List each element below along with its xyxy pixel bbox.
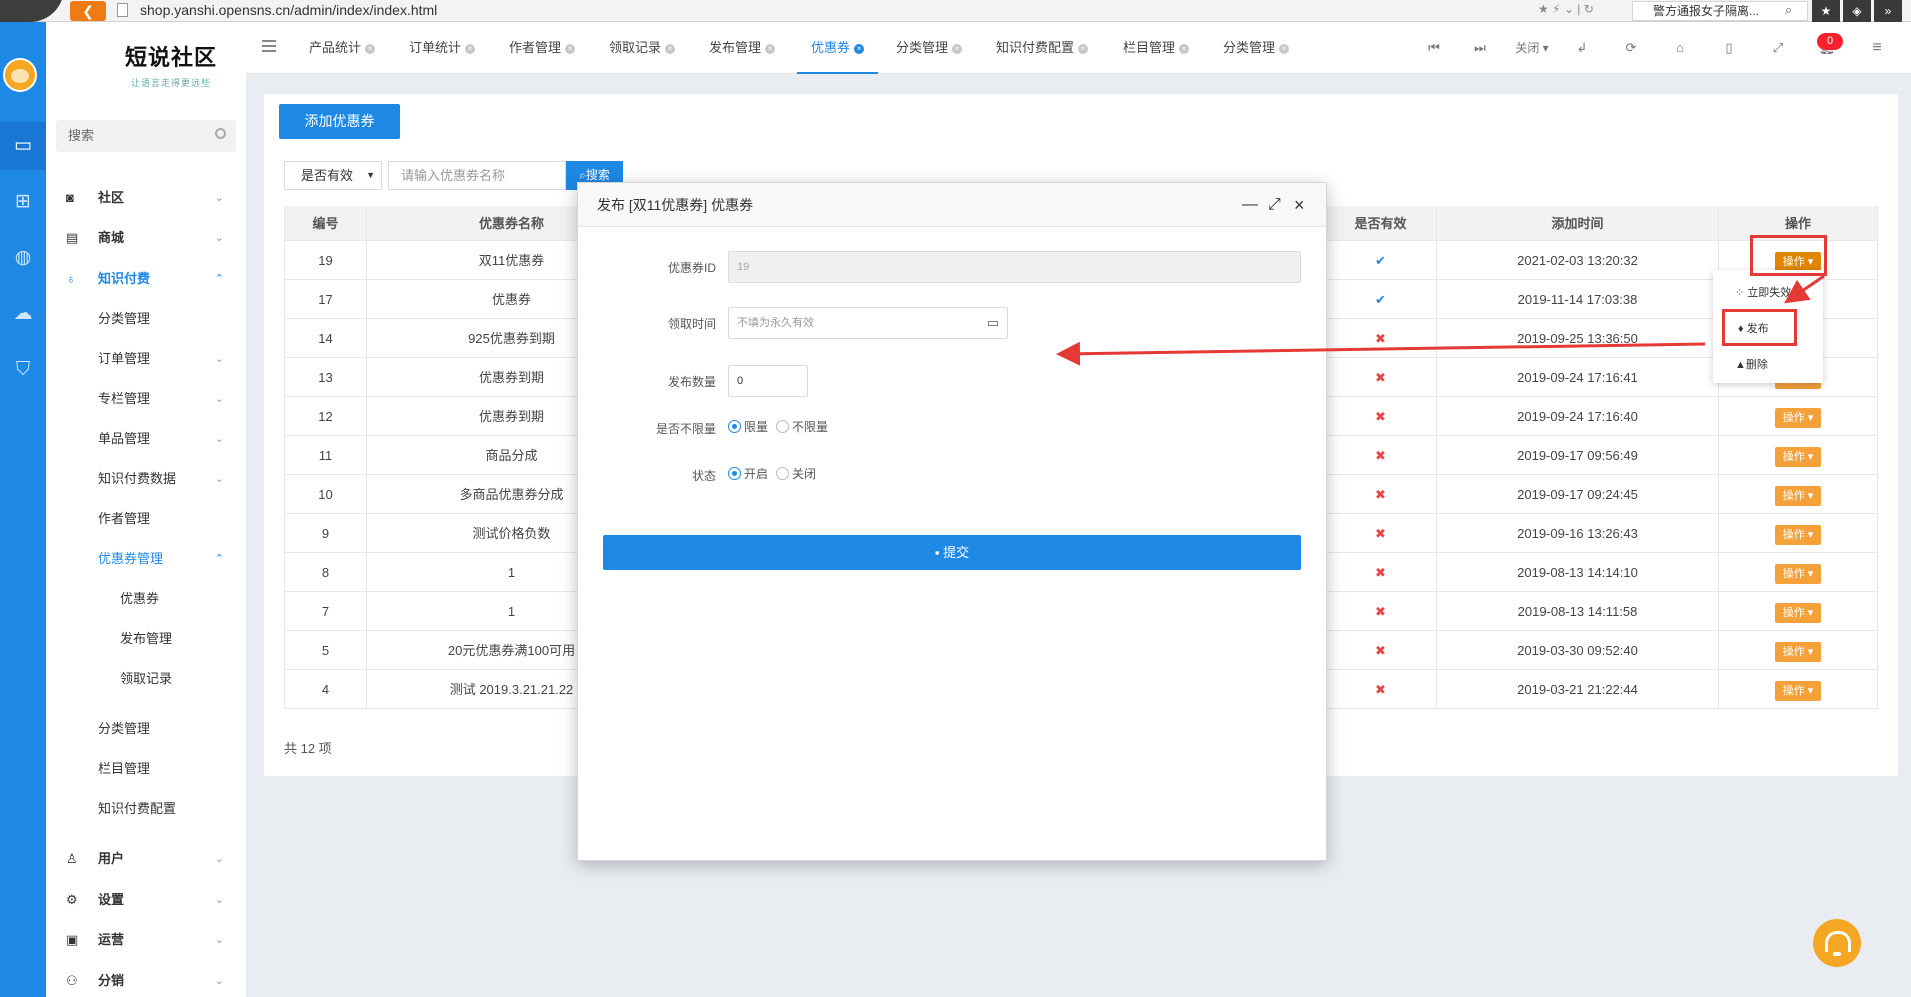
arrow-to-publish [1784, 274, 1825, 304]
arrow-to-modal [1056, 341, 1706, 366]
customer-service-icon[interactable] [1813, 919, 1861, 967]
annotation-arrows [1056, 274, 1825, 366]
